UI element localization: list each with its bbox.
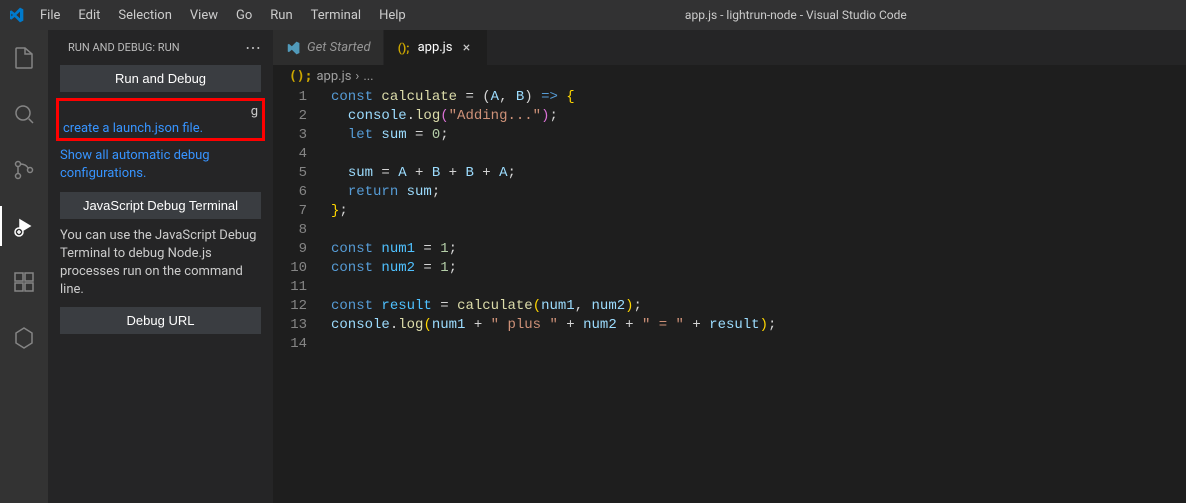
- highlighted-launch-json-area: g create a launch.json file.: [56, 98, 265, 141]
- search-icon: [12, 102, 36, 126]
- menu-selection[interactable]: Selection: [110, 4, 179, 27]
- editor-area: Get Started (); app.js × (); app.js › ..…: [273, 30, 1186, 503]
- activity-source-control[interactable]: [0, 150, 48, 190]
- close-icon[interactable]: ×: [459, 40, 475, 56]
- hexagon-icon: [12, 326, 36, 350]
- extensions-icon: [12, 270, 36, 294]
- menu-edit[interactable]: Edit: [70, 4, 108, 27]
- js-icon: ();: [396, 40, 412, 56]
- create-launch-json-link[interactable]: create a launch.json file.: [63, 121, 203, 136]
- source-control-icon: [12, 158, 36, 182]
- menu-terminal[interactable]: Terminal: [303, 4, 369, 27]
- customize-text-partial: g: [63, 103, 258, 121]
- activity-extensions[interactable]: [0, 262, 48, 302]
- editor-tabs: Get Started (); app.js ×: [273, 30, 1186, 65]
- code-content[interactable]: const calculate = (A, B) => { console.lo…: [323, 88, 1186, 503]
- sidebar-header: RUN AND DEBUG: RUN ⋯: [48, 30, 273, 65]
- js-debug-description: You can use the JavaScript Debug Termina…: [60, 227, 261, 300]
- js-icon: ();: [289, 69, 312, 84]
- line-number-gutter: 1234567891011121314: [273, 88, 323, 503]
- run-and-debug-button[interactable]: Run and Debug: [60, 65, 261, 92]
- js-debug-terminal-button[interactable]: JavaScript Debug Terminal: [60, 192, 261, 219]
- show-auto-debug-link[interactable]: Show all automatic debug configurations.: [60, 148, 210, 181]
- menu-run[interactable]: Run: [262, 4, 300, 27]
- activity-run-debug[interactable]: [0, 206, 48, 246]
- tab-label: app.js: [418, 40, 453, 55]
- window-title: app.js - lightrun-node - Visual Studio C…: [414, 8, 1178, 22]
- sidebar-content: Run and Debug g create a launch.json fil…: [48, 65, 273, 334]
- sidebar-run-debug: RUN AND DEBUG: RUN ⋯ Run and Debug g cre…: [48, 30, 273, 503]
- vscode-icon: [285, 40, 301, 56]
- sidebar-title: RUN AND DEBUG: RUN: [68, 41, 180, 54]
- tab-get-started[interactable]: Get Started: [273, 30, 384, 65]
- files-icon: [12, 46, 36, 70]
- activity-search[interactable]: [0, 94, 48, 134]
- titlebar: File Edit Selection View Go Run Terminal…: [0, 0, 1186, 30]
- activity-explorer[interactable]: [0, 38, 48, 78]
- debug-url-button[interactable]: Debug URL: [60, 307, 261, 334]
- menu-go[interactable]: Go: [228, 4, 260, 27]
- more-actions-icon[interactable]: ⋯: [245, 38, 261, 57]
- menu-help[interactable]: Help: [371, 4, 414, 27]
- breadcrumb-file: app.js: [316, 69, 351, 84]
- menubar: File Edit Selection View Go Run Terminal…: [32, 4, 414, 27]
- activity-other[interactable]: [0, 318, 48, 358]
- vscode-logo-icon: [8, 7, 24, 23]
- main-area: RUN AND DEBUG: RUN ⋯ Run and Debug g cre…: [0, 30, 1186, 503]
- code-editor[interactable]: 1234567891011121314 const calculate = (A…: [273, 88, 1186, 503]
- menu-file[interactable]: File: [32, 4, 68, 27]
- breadcrumb[interactable]: (); app.js › ...: [273, 65, 1186, 88]
- chevron-right-icon: ›: [355, 69, 359, 84]
- menu-view[interactable]: View: [182, 4, 226, 27]
- tab-app-js[interactable]: (); app.js ×: [384, 30, 488, 65]
- tab-label: Get Started: [307, 40, 371, 55]
- activity-bar: [0, 30, 48, 503]
- breadcrumb-more: ...: [363, 69, 373, 84]
- debug-icon: [12, 214, 36, 238]
